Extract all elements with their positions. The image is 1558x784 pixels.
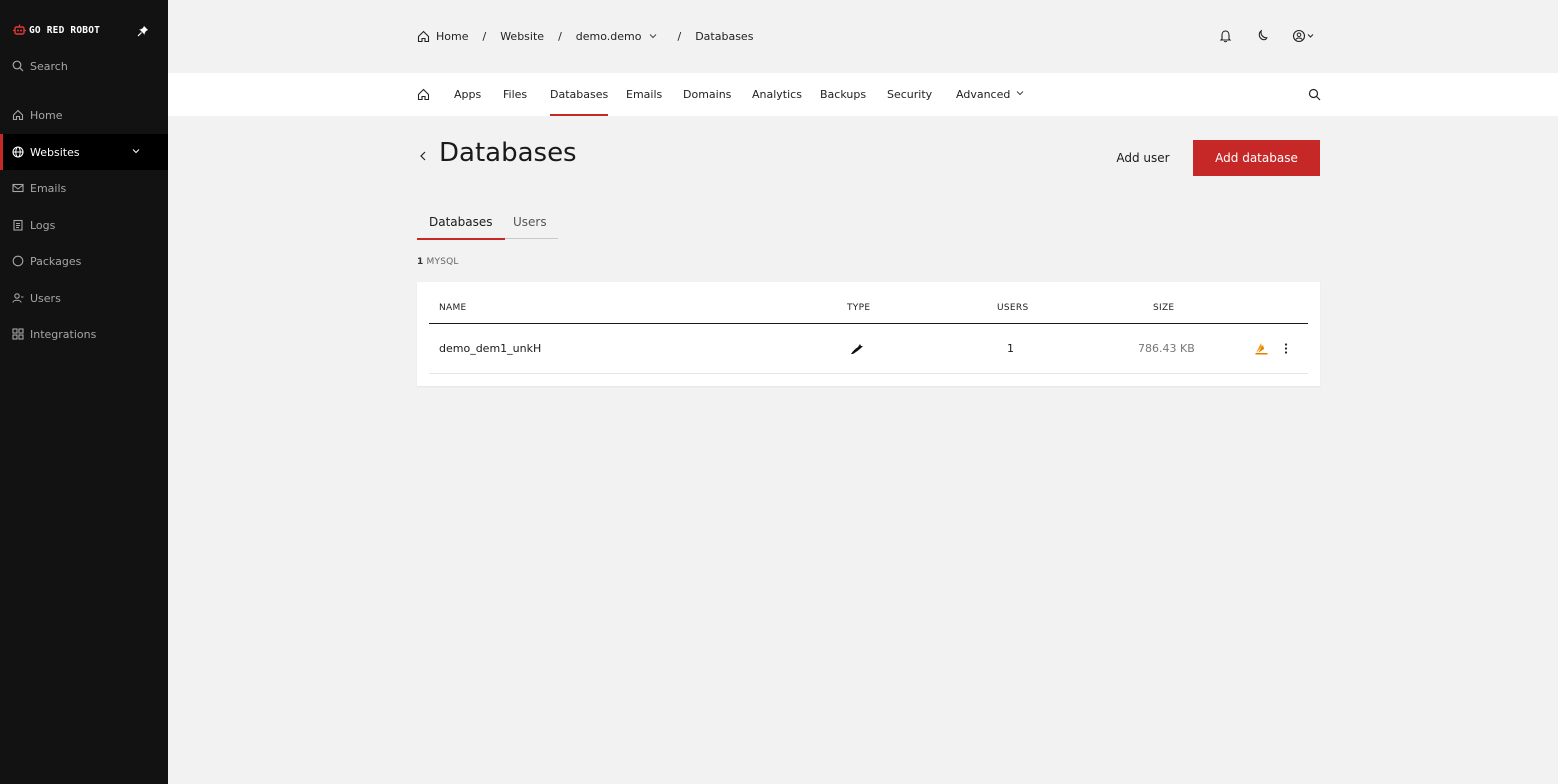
more-options-icon[interactable] [1283,342,1289,355]
breadcrumb-domain[interactable]: demo.demo [576,30,642,43]
sidebar-item-label: Integrations [30,327,97,341]
search-icon [12,60,24,72]
tab-analytics[interactable]: Analytics [752,73,802,116]
breadcrumb-website[interactable]: Website [500,30,544,43]
top-header: Home / Website / demo.demo / Databases [168,0,1558,73]
brand-name: GO RED ROBOT [29,24,101,36]
database-name[interactable]: demo_dem1_unkH [439,342,541,355]
package-icon [12,255,24,267]
back-chevron-icon[interactable] [418,150,428,162]
sidebar-item-label: Home [30,108,63,122]
tab-apps[interactable]: Apps [454,73,481,116]
home-icon [12,109,24,121]
database-count-type: MYSQL [426,257,459,267]
tab-emails[interactable]: Emails [626,73,662,116]
search-icon[interactable] [1308,88,1321,101]
page-title: Databases [439,138,577,168]
robot-logo-icon [13,24,26,35]
sidebar-item-logs[interactable]: Logs [0,207,168,243]
breadcrumb-current: Databases [695,29,754,43]
database-count-number: 1 [417,257,424,267]
database-subtabs: Databases Users [417,205,558,240]
moon-icon[interactable] [1256,29,1269,43]
sidebar-item-label: Emails [30,181,67,195]
breadcrumb-separator: / [558,29,562,43]
brand-logo[interactable]: GO RED ROBOT [13,22,155,38]
breadcrumb-separator: / [482,29,487,43]
log-icon [13,219,23,231]
bell-icon[interactable] [1219,29,1232,43]
tab-databases[interactable]: Databases [550,73,609,116]
database-size: 786.43 KB [1138,342,1195,355]
subtab-databases[interactable]: Databases [417,205,505,240]
website-tabbar: Apps Files Databases Emails Domains Anal… [168,73,1558,116]
breadcrumb-separator: / [677,29,682,43]
user-menu-icon[interactable] [1292,29,1316,43]
phpmyadmin-icon[interactable] [1255,342,1268,355]
database-count: 1 MYSQL [417,257,459,267]
sidebar-search[interactable]: Search [12,57,68,75]
add-database-button[interactable]: Add database [1193,140,1320,176]
tab-files[interactable]: Files [503,73,527,116]
tab-backups[interactable]: Backups [820,73,866,116]
sidebar-item-label: Logs [30,218,56,232]
sidebar-item-label: Packages [30,254,82,268]
sidebar-search-label: Search [30,59,68,73]
mysql-dolphin-icon [851,344,863,354]
sidebar-item-users[interactable]: Users [0,280,168,316]
chevron-down-icon[interactable] [649,33,657,39]
table-header-divider [429,323,1308,324]
home-icon [417,30,430,42]
pin-icon[interactable] [137,25,149,37]
column-header-type: TYPE [847,303,871,313]
tab-domains[interactable]: Domains [683,73,731,116]
tab-advanced-label: Advanced [956,88,1011,101]
tab-security[interactable]: Security [887,73,932,116]
add-user-button[interactable]: Add user [1105,140,1181,176]
users-icon [12,293,24,303]
sidebar-item-label: Websites [30,145,80,159]
column-header-name: NAME [439,303,467,313]
mail-icon [12,183,24,193]
chevron-down-icon [132,149,140,154]
sidebar-item-label: Users [30,291,61,305]
breadcrumb-home[interactable]: Home [436,30,468,43]
chevron-down-icon [1016,90,1024,95]
sidebar-item-websites[interactable]: Websites [0,134,168,170]
column-header-users: USERS [997,303,1029,313]
integrations-icon [12,328,24,340]
sidebar: GO RED ROBOT Search Home Websites Emails… [0,0,168,784]
sidebar-item-home[interactable]: Home [0,97,168,133]
breadcrumb: Home / Website / demo.demo / Databases [417,28,753,44]
tab-advanced[interactable]: Advanced [956,73,1024,116]
sidebar-item-integrations[interactable]: Integrations [0,316,168,352]
column-header-size: SIZE [1153,303,1175,313]
table-row-divider [429,373,1308,374]
database-users-count: 1 [1007,342,1014,355]
globe-icon [12,146,24,158]
subtab-users[interactable]: Users [513,205,547,239]
sidebar-item-emails[interactable]: Emails [0,170,168,206]
home-icon[interactable] [417,88,430,101]
sidebar-item-packages[interactable]: Packages [0,243,168,279]
databases-table: NAME TYPE USERS SIZE demo_dem1_unkH 1 78… [417,282,1320,386]
